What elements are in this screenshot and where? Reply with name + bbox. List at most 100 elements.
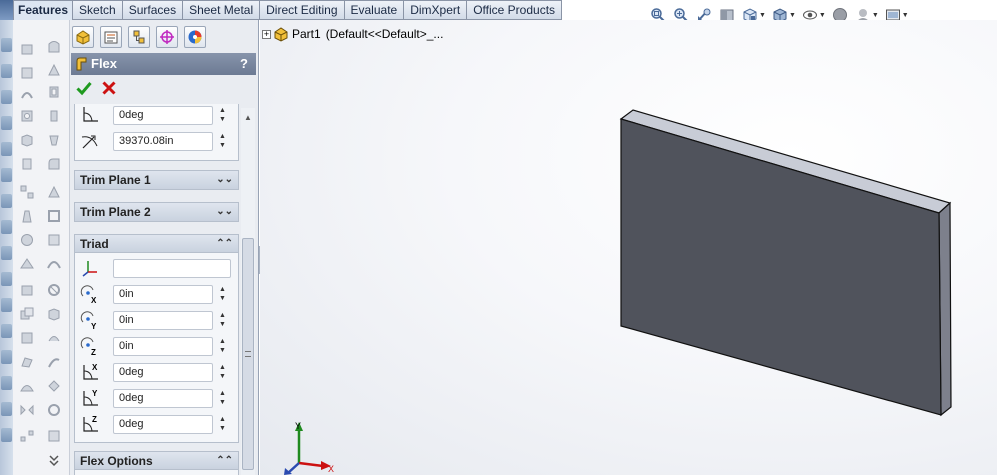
tab-sketch[interactable]: Sketch xyxy=(73,0,123,20)
triad-header[interactable]: Triad ⌃⌃ xyxy=(75,235,238,253)
rail-item-icon[interactable] xyxy=(1,116,12,130)
rail-item-icon[interactable] xyxy=(1,350,12,364)
tab-dimxpertmanager[interactable] xyxy=(156,26,178,48)
rail-item-icon[interactable] xyxy=(1,298,12,312)
rail-item-icon[interactable] xyxy=(1,194,12,208)
triad-selection-box[interactable] xyxy=(113,259,231,278)
rail-item-icon[interactable] xyxy=(1,376,12,390)
scrollbar-thumb[interactable] xyxy=(242,238,254,470)
y-angle-input[interactable]: 0deg xyxy=(113,389,213,408)
tab-configurationmanager[interactable] xyxy=(128,26,150,48)
x-origin-input[interactable]: 0in xyxy=(113,285,213,304)
expand-chevron-icon[interactable]: ⌄⌄ xyxy=(216,203,233,221)
boundary-cut-icon[interactable] xyxy=(19,156,35,172)
intersect-icon[interactable] xyxy=(46,232,62,248)
mirror-icon[interactable] xyxy=(19,402,35,418)
combine-icon[interactable] xyxy=(46,306,62,322)
cancel-x-icon[interactable] xyxy=(101,80,117,96)
rail-item-icon[interactable] xyxy=(1,324,12,338)
rail-item-icon[interactable] xyxy=(1,38,12,52)
rail-item-icon[interactable] xyxy=(1,64,12,78)
instant3d-icon[interactable] xyxy=(19,282,35,298)
swept-cut-icon[interactable] xyxy=(19,132,35,148)
hole-wizard-icon[interactable] xyxy=(19,108,35,124)
trim-plane-2-group[interactable]: Trim Plane 2 ⌄⌄ xyxy=(74,202,239,222)
propertymanager-scrollbar[interactable]: ▲ xyxy=(241,108,255,475)
indent-icon[interactable] xyxy=(19,330,35,346)
apply-scene-dropdown-icon[interactable]: ▼ xyxy=(872,12,879,19)
flex-tool-icon[interactable] xyxy=(46,354,62,370)
curves-icon[interactable] xyxy=(46,256,62,272)
tab-propertymanager[interactable] xyxy=(100,26,122,48)
tab-displaymanager[interactable] xyxy=(184,26,206,48)
shape-icon[interactable] xyxy=(46,378,62,394)
draft-icon[interactable] xyxy=(19,208,35,224)
rib-icon[interactable] xyxy=(46,184,62,200)
rail-item-icon[interactable] xyxy=(1,402,12,416)
ok-checkmark-icon[interactable] xyxy=(76,80,92,96)
rail-item-icon[interactable] xyxy=(1,272,12,286)
boundary-boss-icon[interactable] xyxy=(19,86,35,102)
fillet-icon[interactable] xyxy=(46,156,62,172)
part-name[interactable]: Part1 xyxy=(292,27,321,41)
reference-geometry-icon[interactable] xyxy=(19,256,35,272)
help-button[interactable]: ? xyxy=(240,53,248,75)
extruded-cut-icon[interactable] xyxy=(46,84,62,100)
y-origin-spinner[interactable]: ▲ ▼ xyxy=(218,311,227,330)
z-angle-input[interactable]: 0deg xyxy=(113,415,213,434)
extruded-boss-icon[interactable] xyxy=(19,40,35,56)
y-angle-spinner[interactable]: ▲ ▼ xyxy=(218,389,227,408)
y-origin-input[interactable]: 0in xyxy=(113,311,213,330)
z-origin-spinner[interactable]: ▲ ▼ xyxy=(218,337,227,356)
revolved-cut-icon[interactable] xyxy=(46,108,62,124)
shell-icon[interactable] xyxy=(46,208,62,224)
tab-dimxpert[interactable]: DimXpert xyxy=(404,0,468,20)
split-icon[interactable] xyxy=(46,282,62,298)
trim-plane-2-header[interactable]: Trim Plane 2 ⌄⌄ xyxy=(75,203,238,221)
linear-pattern-icon[interactable] xyxy=(19,184,35,200)
bend-angle-spinner[interactable]: ▲ ▼ xyxy=(218,106,227,125)
view-settings-dropdown-icon[interactable]: ▼ xyxy=(902,12,909,19)
view-orientation-dropdown-icon[interactable]: ▼ xyxy=(759,12,766,19)
lofted-cut-icon[interactable] xyxy=(46,132,62,148)
tree-expand-icon[interactable]: + xyxy=(262,29,271,39)
tab-featuremanager[interactable] xyxy=(72,26,94,48)
lofted-boss-icon[interactable] xyxy=(46,62,62,78)
freeform-icon[interactable] xyxy=(46,330,62,346)
collapse-chevron-icon[interactable]: ⌃⌃ xyxy=(216,452,233,470)
revolved-boss-icon[interactable] xyxy=(46,38,62,54)
x-origin-spinner[interactable]: ▲ ▼ xyxy=(218,285,227,304)
part-model-view[interactable] xyxy=(260,20,997,475)
display-style-dropdown-icon[interactable]: ▼ xyxy=(789,12,796,19)
rail-item-icon[interactable] xyxy=(1,428,12,442)
more-tools-chevron-icon[interactable] xyxy=(46,452,62,468)
collapse-chevron-icon[interactable]: ⌃⌃ xyxy=(216,235,233,253)
expand-chevron-icon[interactable]: ⌄⌄ xyxy=(216,171,233,189)
radius-input[interactable]: 39370.08in xyxy=(113,132,213,151)
trim-plane-1-group[interactable]: Trim Plane 1 ⌄⌄ xyxy=(74,170,239,190)
z-angle-spinner[interactable]: ▲ ▼ xyxy=(218,415,227,434)
rail-item-icon[interactable] xyxy=(1,90,12,104)
z-origin-input[interactable]: 0in xyxy=(113,337,213,356)
tab-features[interactable]: Features xyxy=(13,0,74,20)
hide-show-dropdown-icon[interactable]: ▼ xyxy=(819,12,826,19)
tab-surfaces[interactable]: Surfaces xyxy=(122,0,184,20)
deform-icon[interactable] xyxy=(19,354,35,370)
swept-boss-icon[interactable] xyxy=(19,64,35,80)
x-angle-input[interactable]: 0deg xyxy=(113,363,213,382)
x-angle-spinner[interactable]: ▲ ▼ xyxy=(218,363,227,382)
flex-options-header[interactable]: Flex Options ⌃⌃ xyxy=(75,452,238,470)
fill-pattern-icon[interactable] xyxy=(46,428,62,444)
wrap-icon[interactable] xyxy=(19,232,35,248)
rail-item-icon[interactable] xyxy=(1,142,12,156)
rail-item-icon[interactable] xyxy=(1,246,12,260)
graphics-area[interactable]: + Part1 (Default<<Default>_... Y X xyxy=(260,20,997,475)
curve-driven-pattern-icon[interactable] xyxy=(19,428,35,444)
tab-office-products[interactable]: Office Products xyxy=(467,0,563,20)
dome-icon[interactable] xyxy=(19,378,35,394)
tab-evaluate[interactable]: Evaluate xyxy=(344,0,405,20)
trim-plane-1-header[interactable]: Trim Plane 1 ⌄⌄ xyxy=(75,171,238,189)
radius-spinner[interactable]: ▲ ▼ xyxy=(218,132,227,151)
move-copy-body-icon[interactable] xyxy=(19,306,35,322)
tab-sheet-metal[interactable]: Sheet Metal xyxy=(183,0,261,20)
